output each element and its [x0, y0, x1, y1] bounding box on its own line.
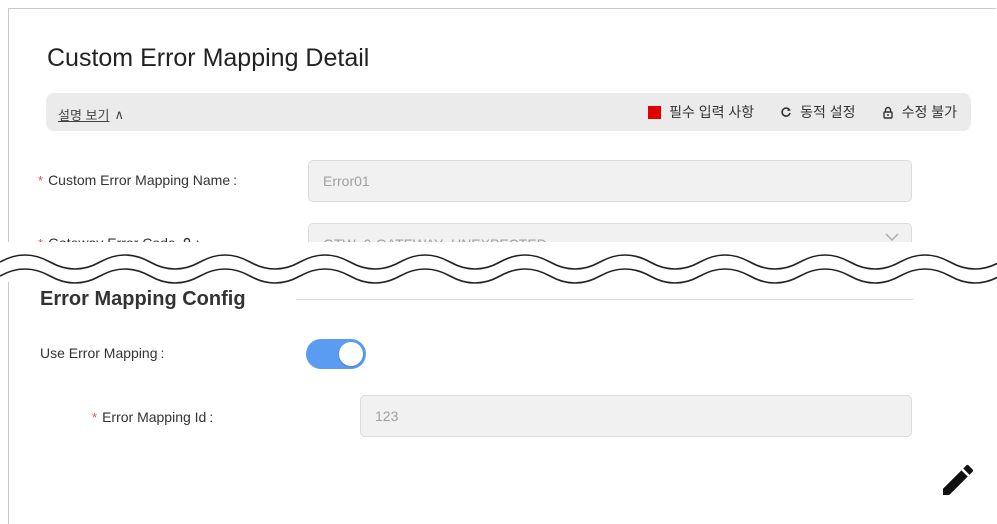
- refresh-icon: [781, 107, 792, 117]
- caret-up-icon: ∧: [114, 106, 124, 122]
- required-mark: *: [92, 409, 98, 425]
- guide-toggle-button[interactable]: 설명 보기 ∧: [58, 105, 124, 124]
- toggle-knob: [339, 342, 363, 366]
- legend-dynamic-label: 동적 설정: [800, 104, 856, 120]
- mapping-name-input[interactable]: Error01: [308, 160, 912, 202]
- guide-bar: 설명 보기 ∧ 필수 입력 사항 동적 설정 수정 불가: [46, 93, 971, 131]
- pencil-icon[interactable]: [938, 460, 978, 500]
- use-error-mapping-label: Use Error Mapping: [40, 345, 158, 361]
- label-colon: :: [233, 172, 238, 188]
- section-divider: [296, 299, 913, 300]
- torn-edge-divider: [0, 242, 997, 284]
- page-title: Custom Error Mapping Detail: [47, 44, 370, 72]
- legend: 필수 입력 사항 동적 설정 수정 불가: [648, 102, 957, 122]
- required-square-icon: [648, 105, 662, 119]
- error-mapping-id-input[interactable]: 123: [360, 395, 912, 437]
- lock-icon: [882, 106, 893, 119]
- label-colon: :: [160, 345, 165, 361]
- mapping-name-label-row: * Custom Error Mapping Name :: [38, 172, 237, 188]
- use-error-mapping-label-row: Use Error Mapping :: [40, 345, 164, 361]
- guide-toggle-label: 설명 보기: [58, 108, 110, 123]
- mapping-name-label: Custom Error Mapping Name: [48, 172, 231, 188]
- legend-required-label: 필수 입력 사항: [669, 104, 755, 120]
- label-colon: :: [209, 409, 214, 425]
- error-mapping-id-label: Error Mapping Id: [102, 409, 207, 425]
- mapping-name-value: Error01: [323, 173, 370, 189]
- section-title: Error Mapping Config: [40, 288, 246, 310]
- error-mapping-id-value: 123: [375, 408, 399, 424]
- legend-readonly-label: 수정 불가: [901, 104, 957, 120]
- error-mapping-id-label-row: * Error Mapping Id :: [92, 409, 213, 425]
- required-mark: *: [38, 172, 44, 188]
- use-error-mapping-toggle[interactable]: [306, 339, 366, 369]
